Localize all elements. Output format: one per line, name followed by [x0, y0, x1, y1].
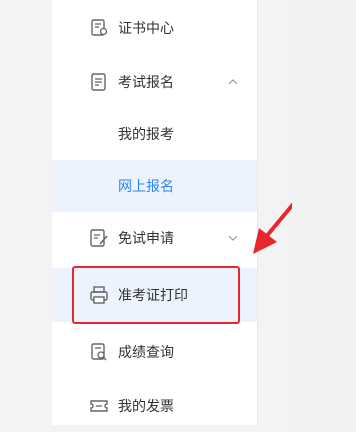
- document-list-icon: [91, 73, 106, 91]
- sidebar-item-my-invoices[interactable]: 我的发票: [52, 380, 257, 432]
- search-doc-icon: [91, 343, 107, 361]
- invoice-ticket-icon: [90, 400, 108, 412]
- sidebar-item-label: 我的发票: [118, 399, 174, 415]
- page-gutter: [0, 0, 52, 425]
- sidebar-item-certificate-center[interactable]: 证书中心: [52, 2, 257, 54]
- sidebar-item-exemption-application[interactable]: 免试申请: [52, 212, 257, 264]
- content-area: [292, 0, 356, 425]
- sidebar-item-label: 我的报考: [118, 127, 174, 143]
- sidebar-item-label: 证书中心: [118, 21, 174, 37]
- sidebar-item-label: 成绩查询: [118, 345, 174, 361]
- sidebar-subitem-my-registrations[interactable]: 我的报考: [52, 108, 257, 160]
- sidebar-item-label: 网上报名: [118, 179, 174, 195]
- sidebar-item-exam-registration[interactable]: 考试报名: [52, 56, 257, 108]
- chevron-down-icon[interactable]: [227, 232, 239, 244]
- chevron-up-icon[interactable]: [227, 76, 239, 88]
- sidebar-item-score-query[interactable]: 成绩查询: [52, 326, 257, 378]
- edit-doc-icon: [90, 229, 108, 247]
- sidebar-subitem-online-registration[interactable]: 网上报名: [52, 160, 257, 212]
- sidebar-menu: 证书中心 考试报名 我的报考 网上报名 免试申请 准考证打印 成绩查询 我的发票: [52, 0, 258, 425]
- sidebar-item-label: 免试申请: [118, 231, 174, 247]
- certificate-doc-icon: [91, 19, 108, 36]
- sidebar-item-label: 考试报名: [118, 75, 174, 91]
- annotation-highlight-box: [72, 266, 240, 324]
